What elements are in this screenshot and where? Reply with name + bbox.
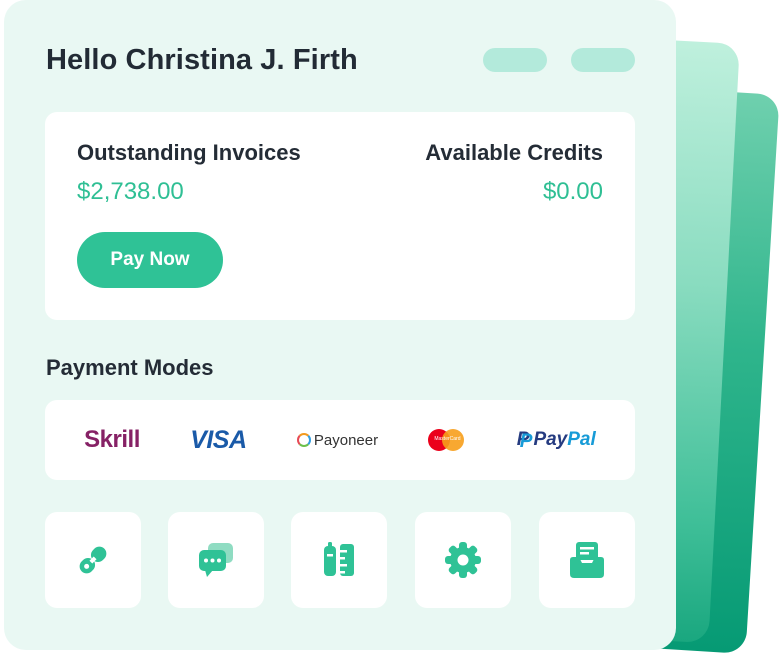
payoneer-logo[interactable]: Payoneer — [296, 420, 379, 460]
pay-now-button[interactable]: Pay Now — [77, 232, 223, 288]
header-pill-1[interactable] — [483, 48, 547, 72]
available-credits-label: Available Credits — [425, 140, 603, 165]
paypal-label-pal: Pal — [567, 429, 596, 450]
invoice-panel: Outstanding Invoices Available Credits $… — [45, 112, 635, 320]
mastercard-logo[interactable]: MasterCard — [428, 420, 466, 460]
paypal-logo[interactable]: PP PayPal — [517, 420, 596, 460]
paypal-label-pay: Pay — [533, 429, 568, 450]
paypal-mark-icon: PP — [516, 429, 533, 452]
action-tile-notes[interactable] — [291, 512, 387, 608]
book-ruler-icon — [324, 542, 354, 576]
visa-logo[interactable]: VISA — [190, 420, 247, 460]
available-credits-value: $0.00 — [542, 178, 603, 205]
outstanding-invoices-label: Outstanding Invoices — [77, 140, 301, 165]
payment-modes-panel: Skrill VISA Payoneer MasterCard PP PayPa… — [45, 400, 635, 480]
outstanding-invoices-value: $2,738.00 — [77, 178, 184, 205]
header-pill-2[interactable] — [571, 48, 635, 72]
dashboard-card: Hello Christina J. Firth Outstanding Inv… — [4, 0, 676, 650]
inbox-icon — [570, 542, 604, 578]
mastercard-circles-icon: MasterCard — [428, 429, 466, 451]
action-tile-chat[interactable] — [168, 512, 264, 608]
action-tile-settings[interactable] — [415, 512, 511, 608]
payoneer-label: Payoneer — [313, 431, 379, 449]
action-tile-inbox[interactable] — [539, 512, 635, 608]
action-tile-link[interactable] — [45, 512, 141, 608]
link-icon — [79, 546, 107, 574]
skrill-logo[interactable]: Skrill — [84, 420, 140, 460]
greeting-title: Hello Christina J. Firth — [46, 44, 358, 76]
chat-icon — [199, 543, 233, 577]
mastercard-label: MasterCard — [434, 436, 461, 442]
gear-icon — [445, 542, 481, 578]
payoneer-ring-icon — [296, 433, 311, 447]
payment-modes-title: Payment Modes — [46, 355, 214, 380]
